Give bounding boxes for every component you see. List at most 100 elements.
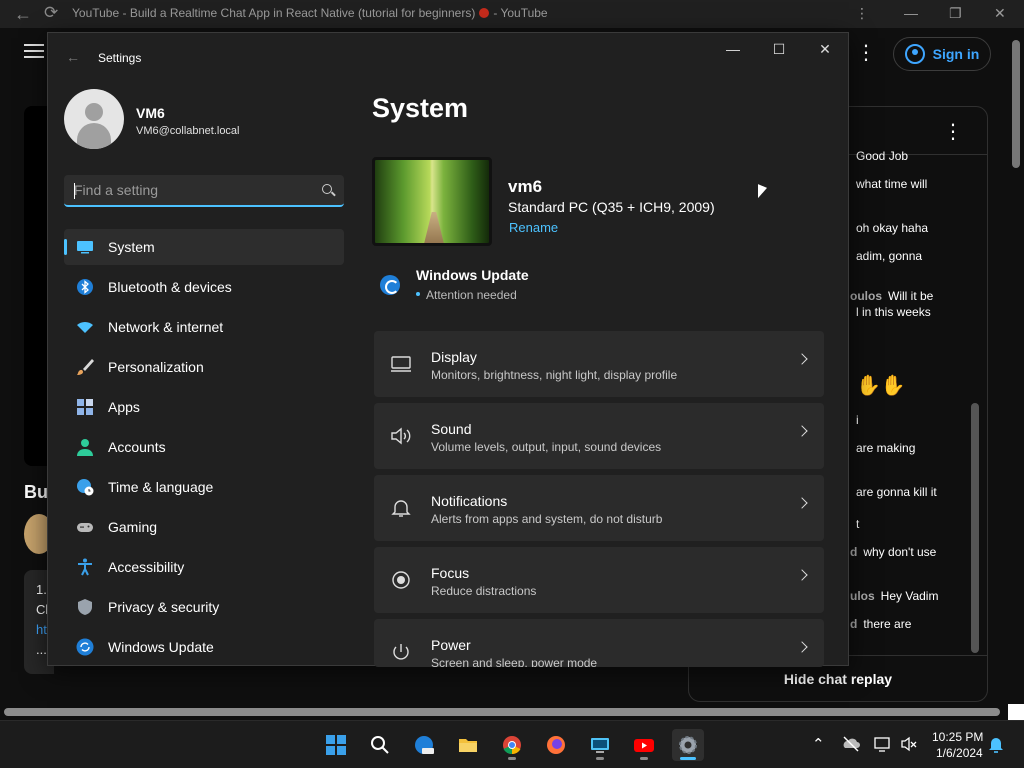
chat-message: are gonna kill it <box>856 485 937 499</box>
nav-label: Time & language <box>108 479 214 495</box>
chat-message: i <box>856 413 859 427</box>
firefox-app[interactable] <box>540 729 572 761</box>
power-card[interactable]: Power Screen and sleep, power mode <box>374 619 824 667</box>
chat-message: oh okay haha <box>856 221 929 235</box>
sign-in-button[interactable]: Sign in <box>893 37 991 71</box>
description-line: 1. <box>36 582 47 597</box>
power-icon <box>393 644 409 660</box>
close-button[interactable]: ✕ <box>994 5 1006 22</box>
card-subtitle: Screen and sleep, power mode <box>431 656 598 667</box>
nav-label: Windows Update <box>108 639 214 655</box>
page-title: System <box>372 93 469 123</box>
text-caret <box>74 183 75 199</box>
card-title: Sound <box>431 421 472 437</box>
person-icon <box>77 439 93 456</box>
nav-item-network[interactable]: Network & internet <box>64 309 344 345</box>
settings-back-icon[interactable]: ← <box>66 49 80 65</box>
edge-beta-app[interactable] <box>408 729 440 761</box>
globe-clock-icon <box>77 479 94 496</box>
focus-card[interactable]: Focus Reduce distractions <box>374 547 824 613</box>
settings-app[interactable] <box>672 729 704 761</box>
running-indicator <box>680 757 696 760</box>
nav-item-bluetooth[interactable]: Bluetooth & devices <box>64 269 344 305</box>
nav-item-accounts[interactable]: Accounts <box>64 429 344 465</box>
card-title: Power <box>431 637 471 653</box>
nav-item-time-language[interactable]: Time & language <box>64 469 344 505</box>
nav-item-personalization[interactable]: Personalization <box>64 349 344 385</box>
device-model: Standard PC (Q35 + ICH9, 2009) <box>508 199 715 215</box>
chat-message: adim, gonna <box>856 249 923 263</box>
focus-icon <box>392 571 410 589</box>
card-title: Focus <box>431 565 470 581</box>
gamepad-icon <box>77 523 93 532</box>
shield-icon <box>78 599 92 615</box>
taskbar: ⌃ 10:25 PM 1/6/2024 <box>0 720 1024 768</box>
chevron-right-icon <box>796 353 808 365</box>
user-name: VM6 <box>136 105 165 121</box>
card-subtitle: Alerts from apps and system, do not dist… <box>431 512 663 526</box>
nav-item-windows-update[interactable]: Windows Update <box>64 629 344 665</box>
nav-item-apps[interactable]: Apps <box>64 389 344 425</box>
remote-desktop-icon <box>591 738 609 753</box>
start-button[interactable] <box>320 729 352 761</box>
running-indicator <box>640 757 648 760</box>
bell-icon <box>391 500 411 517</box>
nav-item-system[interactable]: System <box>64 229 344 265</box>
nav-label: Privacy & security <box>108 599 220 615</box>
monitor-icon <box>77 241 93 254</box>
back-arrow-icon[interactable]: ← <box>14 4 32 25</box>
remote-desktop-app[interactable] <box>584 729 616 761</box>
volume-muted-icon[interactable] <box>900 735 918 753</box>
brush-icon <box>77 359 94 375</box>
settings-window-title: Settings <box>98 51 142 65</box>
sound-card[interactable]: Sound Volume levels, output, input, soun… <box>374 403 824 469</box>
chat-message: Good Job <box>856 149 909 163</box>
card-title: Notifications <box>431 493 508 509</box>
description-link[interactable]: ht <box>36 622 47 637</box>
search-input[interactable] <box>74 181 304 199</box>
nav-label: Accessibility <box>108 559 185 575</box>
user-avatar[interactable] <box>64 89 124 149</box>
chat-message: oulos Will it be <box>850 289 934 303</box>
page-vertical-scrollbar[interactable] <box>1012 40 1020 168</box>
chat-more-icon[interactable]: ⋮ <box>943 119 963 144</box>
minimize-button[interactable]: — <box>904 5 918 21</box>
file-explorer-app[interactable] <box>452 729 484 761</box>
find-setting-search[interactable] <box>64 175 344 207</box>
youtube-app[interactable] <box>628 729 660 761</box>
settings-close-button[interactable]: ✕ <box>802 41 848 65</box>
page-horizontal-scrollbar[interactable] <box>4 708 1000 716</box>
chrome-icon <box>503 736 521 755</box>
windows-update-icon[interactable] <box>380 275 400 295</box>
search-button[interactable] <box>364 729 396 761</box>
network-icon[interactable] <box>874 735 892 753</box>
settings-maximize-button[interactable]: ☐ <box>756 41 802 65</box>
rename-link[interactable]: Rename <box>509 220 558 235</box>
nav-label: System <box>108 239 155 255</box>
windows-update-title[interactable]: Windows Update <box>416 267 529 283</box>
display-icon <box>391 356 411 372</box>
chat-message: l in this weeks <box>856 305 931 319</box>
nav-item-accessibility[interactable]: Accessibility <box>64 549 344 585</box>
notifications-card[interactable]: Notifications Alerts from apps and syste… <box>374 475 824 541</box>
card-title: Display <box>431 349 477 365</box>
show-hidden-icons-chevron-icon[interactable]: ⌃ <box>812 735 825 753</box>
tab-title: YouTube - Build a Realtime Chat App in R… <box>72 6 548 20</box>
nav-item-gaming[interactable]: Gaming <box>64 509 344 545</box>
browser-menu-icon[interactable]: ⋮ <box>855 5 869 22</box>
clock-date[interactable]: 1/6/2024 <box>936 746 983 760</box>
reload-icon[interactable]: ⟳ <box>44 3 58 23</box>
chrome-app[interactable] <box>496 729 528 761</box>
settings-minimize-button[interactable]: — <box>710 41 756 65</box>
display-card[interactable]: Display Monitors, brightness, night ligh… <box>374 331 824 397</box>
clock-time[interactable]: 10:25 PM <box>932 730 983 744</box>
maximize-button[interactable]: ❐ <box>949 5 962 22</box>
onedrive-icon[interactable] <box>842 735 860 753</box>
notification-bell-icon[interactable] <box>988 736 1004 754</box>
nav-item-privacy-security[interactable]: Privacy & security <box>64 589 344 625</box>
card-subtitle: Reduce distractions <box>431 584 537 598</box>
more-options-icon[interactable]: ⋮ <box>856 40 876 65</box>
chat-scrollbar[interactable] <box>971 403 979 653</box>
windows-logo-icon <box>326 735 346 755</box>
hamburger-menu-icon[interactable] <box>24 44 44 58</box>
